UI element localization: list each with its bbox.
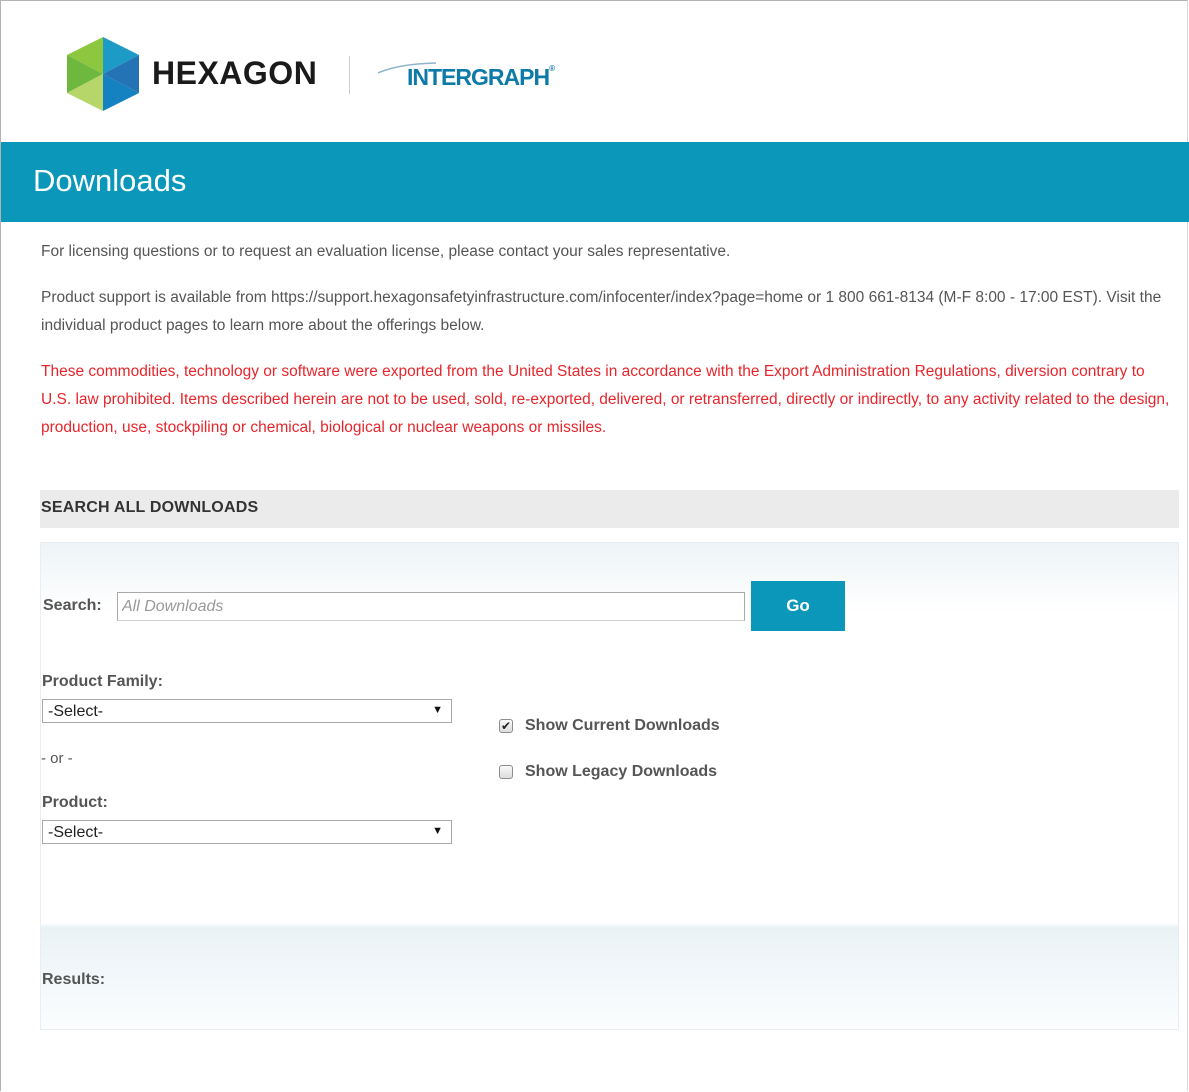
product-selected-value: -Select-	[48, 824, 104, 841]
search-section-header: SEARCH ALL DOWNLOADS	[40, 490, 1179, 528]
show-current-label[interactable]: Show Current Downloads	[525, 717, 720, 735]
product-label: Product:	[42, 794, 108, 811]
licensing-text: For licensing questions or to request an…	[41, 243, 731, 260]
chevron-down-icon: ▼	[432, 704, 443, 716]
hexagon-logo-icon[interactable]	[67, 37, 139, 111]
downloads-banner: Downloads	[1, 142, 1189, 222]
intergraph-wordmark-text: INTERGRAPH	[407, 64, 550, 90]
go-button[interactable]: Go	[751, 581, 845, 631]
show-legacy-checkbox[interactable]	[499, 765, 513, 779]
search-panel: Search: Go Product Family: -Select- ▼ - …	[40, 542, 1179, 1030]
or-separator: - or -	[41, 750, 73, 767]
chevron-down-icon: ▼	[432, 825, 443, 837]
page-title: Downloads	[33, 163, 187, 198]
trademark-symbol: ®	[549, 64, 555, 73]
logo-divider	[349, 56, 350, 94]
product-family-selected-value: -Select-	[48, 703, 104, 720]
results-label: Results:	[42, 971, 106, 988]
product-family-label: Product Family:	[42, 673, 163, 690]
checkmark-icon: ✔	[500, 719, 512, 733]
search-input[interactable]	[117, 592, 745, 621]
product-family-select[interactable]: -Select- ▼	[42, 699, 452, 723]
logo-bar: HEXAGON INTERGRAPH®	[0, 0, 1187, 142]
support-text: Product support is available from https:…	[41, 289, 1162, 334]
intergraph-wordmark[interactable]: INTERGRAPH®	[407, 64, 555, 91]
export-notice: These commodities, technology or softwar…	[41, 363, 1170, 436]
show-current-checkbox[interactable]: ✔	[499, 719, 513, 733]
show-legacy-label[interactable]: Show Legacy Downloads	[525, 763, 717, 781]
search-section-title: SEARCH ALL DOWNLOADS	[41, 499, 259, 516]
product-select[interactable]: -Select- ▼	[42, 820, 452, 844]
hexagon-wordmark: HEXAGON	[152, 55, 318, 91]
search-label: Search:	[43, 597, 102, 614]
